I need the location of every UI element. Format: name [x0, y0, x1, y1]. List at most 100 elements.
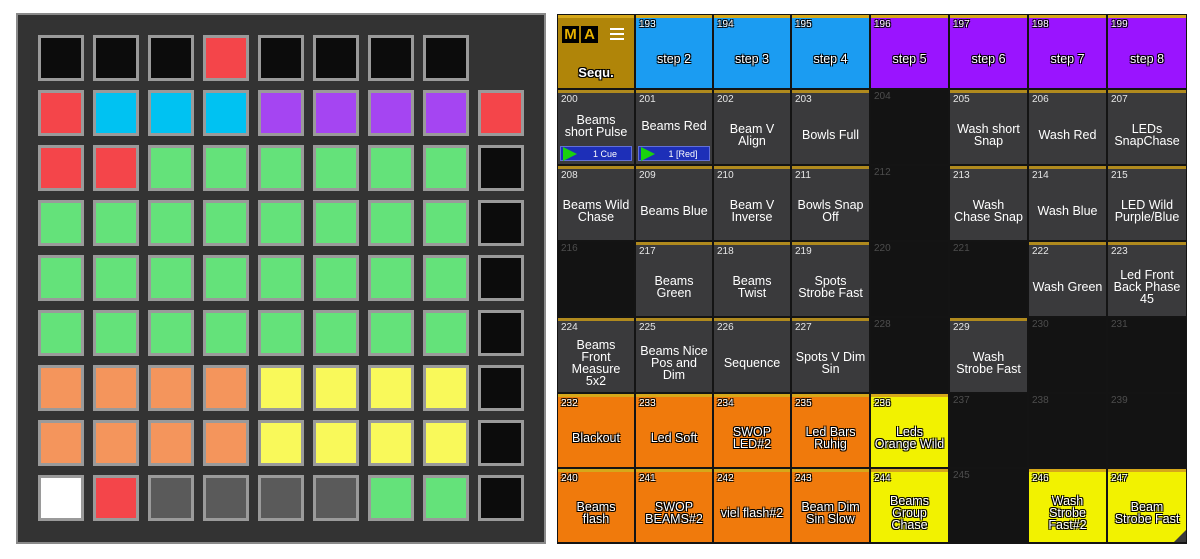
grid-pad-r4-c3[interactable]	[148, 255, 194, 301]
grid-pad-r4-c4[interactable]	[203, 255, 249, 301]
grid-pad-r8-c5[interactable]	[258, 475, 304, 521]
executor-236[interactable]: 236 Leds Orange Wild	[871, 394, 948, 467]
grid-pad-r6-c1[interactable]	[38, 365, 84, 411]
grid-pad-r7-c6[interactable]	[313, 420, 359, 466]
grid-pad-r1-c6[interactable]	[313, 90, 359, 136]
top-pad-2[interactable]	[93, 35, 139, 81]
executor-218[interactable]: 218 Beams Twist	[714, 242, 790, 316]
side-pad-4[interactable]	[478, 255, 524, 301]
executor-233[interactable]: 233 Led Soft	[636, 394, 712, 467]
grid-pad-r6-c6[interactable]	[313, 365, 359, 411]
executor-212[interactable]: 212	[871, 166, 948, 240]
grid-pad-r1-c3[interactable]	[148, 90, 194, 136]
grid-pad-r6-c4[interactable]	[203, 365, 249, 411]
executor-200[interactable]: 200 Beams short Pulse 1 Cue	[558, 90, 634, 164]
grid-pad-r5-c7[interactable]	[368, 310, 414, 356]
grid-pad-r1-c5[interactable]	[258, 90, 304, 136]
grid-pad-r4-c6[interactable]	[313, 255, 359, 301]
resize-corner-icon[interactable]	[1174, 530, 1186, 542]
executor-231[interactable]: 231	[1108, 318, 1186, 392]
grid-pad-r4-c7[interactable]	[368, 255, 414, 301]
executor-198[interactable]: 198 step 7	[1029, 15, 1106, 88]
executor-242[interactable]: 242 viel flash#2	[714, 469, 790, 542]
top-pad-5[interactable]	[258, 35, 304, 81]
grid-pad-r3-c8[interactable]	[423, 200, 469, 246]
executor-195[interactable]: 195 step 4	[792, 15, 869, 88]
executor-217[interactable]: 217 Beams Green	[636, 242, 712, 316]
grid-pad-r3-c6[interactable]	[313, 200, 359, 246]
grid-pad-r4-c2[interactable]	[93, 255, 139, 301]
executor-196[interactable]: 196 step 5	[871, 15, 948, 88]
executor-239[interactable]: 239	[1108, 394, 1186, 467]
grid-pad-r2-c3[interactable]	[148, 145, 194, 191]
grid-pad-r5-c1[interactable]	[38, 310, 84, 356]
executor-229[interactable]: 229 Wash Strobe Fast	[950, 318, 1027, 392]
executor-244[interactable]: 244 Beams Group Chase	[871, 469, 948, 542]
grid-pad-r1-c2[interactable]	[93, 90, 139, 136]
executor-224[interactable]: 224 Beams Front Measure 5x2	[558, 318, 634, 392]
executor-221[interactable]: 221	[950, 242, 1027, 316]
executor-204[interactable]: 204	[871, 90, 948, 164]
grid-pad-r7-c7[interactable]	[368, 420, 414, 466]
executor-228[interactable]: 228	[871, 318, 948, 392]
grid-pad-r7-c5[interactable]	[258, 420, 304, 466]
executor-199[interactable]: 199 step 8	[1108, 15, 1186, 88]
executor-232[interactable]: 232 Blackout	[558, 394, 634, 467]
grid-pad-r6-c8[interactable]	[423, 365, 469, 411]
side-pad-6[interactable]	[478, 365, 524, 411]
grid-pad-r7-c3[interactable]	[148, 420, 194, 466]
executor-230[interactable]: 230	[1029, 318, 1106, 392]
executor-241[interactable]: 241 SWOP BEAMS#2	[636, 469, 712, 542]
grid-pad-r3-c7[interactable]	[368, 200, 414, 246]
executor-227[interactable]: 227 Spots V Dim Sin	[792, 318, 869, 392]
executor-213[interactable]: 213 Wash Chase Snap	[950, 166, 1027, 240]
executor-235[interactable]: 235 Led Bars Ruhig	[792, 394, 869, 467]
grid-pad-r3-c4[interactable]	[203, 200, 249, 246]
grid-pad-r2-c6[interactable]	[313, 145, 359, 191]
grid-pad-r2-c2[interactable]	[93, 145, 139, 191]
executor-193[interactable]: 193 step 2	[636, 15, 712, 88]
executor-210[interactable]: 210 Beam V Inverse	[714, 166, 790, 240]
grid-pad-r8-c7[interactable]	[368, 475, 414, 521]
top-pad-8[interactable]	[423, 35, 469, 81]
executor-194[interactable]: 194 step 3	[714, 15, 790, 88]
executor-247[interactable]: 247 Beam Strobe Fast	[1108, 469, 1186, 542]
grid-pad-r8-c1[interactable]	[38, 475, 84, 521]
grid-pad-r5-c2[interactable]	[93, 310, 139, 356]
grid-pad-r4-c5[interactable]	[258, 255, 304, 301]
executor-211[interactable]: 211 Bowls Snap Off	[792, 166, 869, 240]
grid-pad-r1-c7[interactable]	[368, 90, 414, 136]
executor-222[interactable]: 222 Wash Green	[1029, 242, 1106, 316]
executor-205[interactable]: 205 Wash short Snap	[950, 90, 1027, 164]
executor-203[interactable]: 203 Bowls Full	[792, 90, 869, 164]
grid-pad-r8-c4[interactable]	[203, 475, 249, 521]
executor-226[interactable]: 226 Sequence	[714, 318, 790, 392]
grid-pad-r6-c5[interactable]	[258, 365, 304, 411]
executor-234[interactable]: 234 SWOP LED#2	[714, 394, 790, 467]
grid-pad-r5-c6[interactable]	[313, 310, 359, 356]
grid-pad-r6-c3[interactable]	[148, 365, 194, 411]
grid-pad-r7-c2[interactable]	[93, 420, 139, 466]
grid-pad-r1-c4[interactable]	[203, 90, 249, 136]
executor-202[interactable]: 202 Beam V Align	[714, 90, 790, 164]
executor-223[interactable]: 223 Led Front Back Phase 45	[1108, 242, 1186, 316]
executor-201[interactable]: 201 Beams Red 1 [Red]	[636, 90, 712, 164]
top-pad-3[interactable]	[148, 35, 194, 81]
grid-pad-r2-c4[interactable]	[203, 145, 249, 191]
grid-pad-r3-c3[interactable]	[148, 200, 194, 246]
grid-pad-r7-c4[interactable]	[203, 420, 249, 466]
top-pad-7[interactable]	[368, 35, 414, 81]
grid-pad-r6-c7[interactable]	[368, 365, 414, 411]
grid-pad-r5-c8[interactable]	[423, 310, 469, 356]
grid-pad-r2-c7[interactable]	[368, 145, 414, 191]
grid-pad-r8-c8[interactable]	[423, 475, 469, 521]
executor-215[interactable]: 215 LED Wild Purple/Blue	[1108, 166, 1186, 240]
executor-208[interactable]: 208 Beams Wild Chase	[558, 166, 634, 240]
executor-240[interactable]: 240 Beams flash	[558, 469, 634, 542]
grid-pad-r8-c2[interactable]	[93, 475, 139, 521]
grid-pad-r7-c1[interactable]	[38, 420, 84, 466]
grid-pad-r7-c8[interactable]	[423, 420, 469, 466]
grid-pad-r4-c8[interactable]	[423, 255, 469, 301]
executor-220[interactable]: 220	[871, 242, 948, 316]
grid-pad-r3-c1[interactable]	[38, 200, 84, 246]
